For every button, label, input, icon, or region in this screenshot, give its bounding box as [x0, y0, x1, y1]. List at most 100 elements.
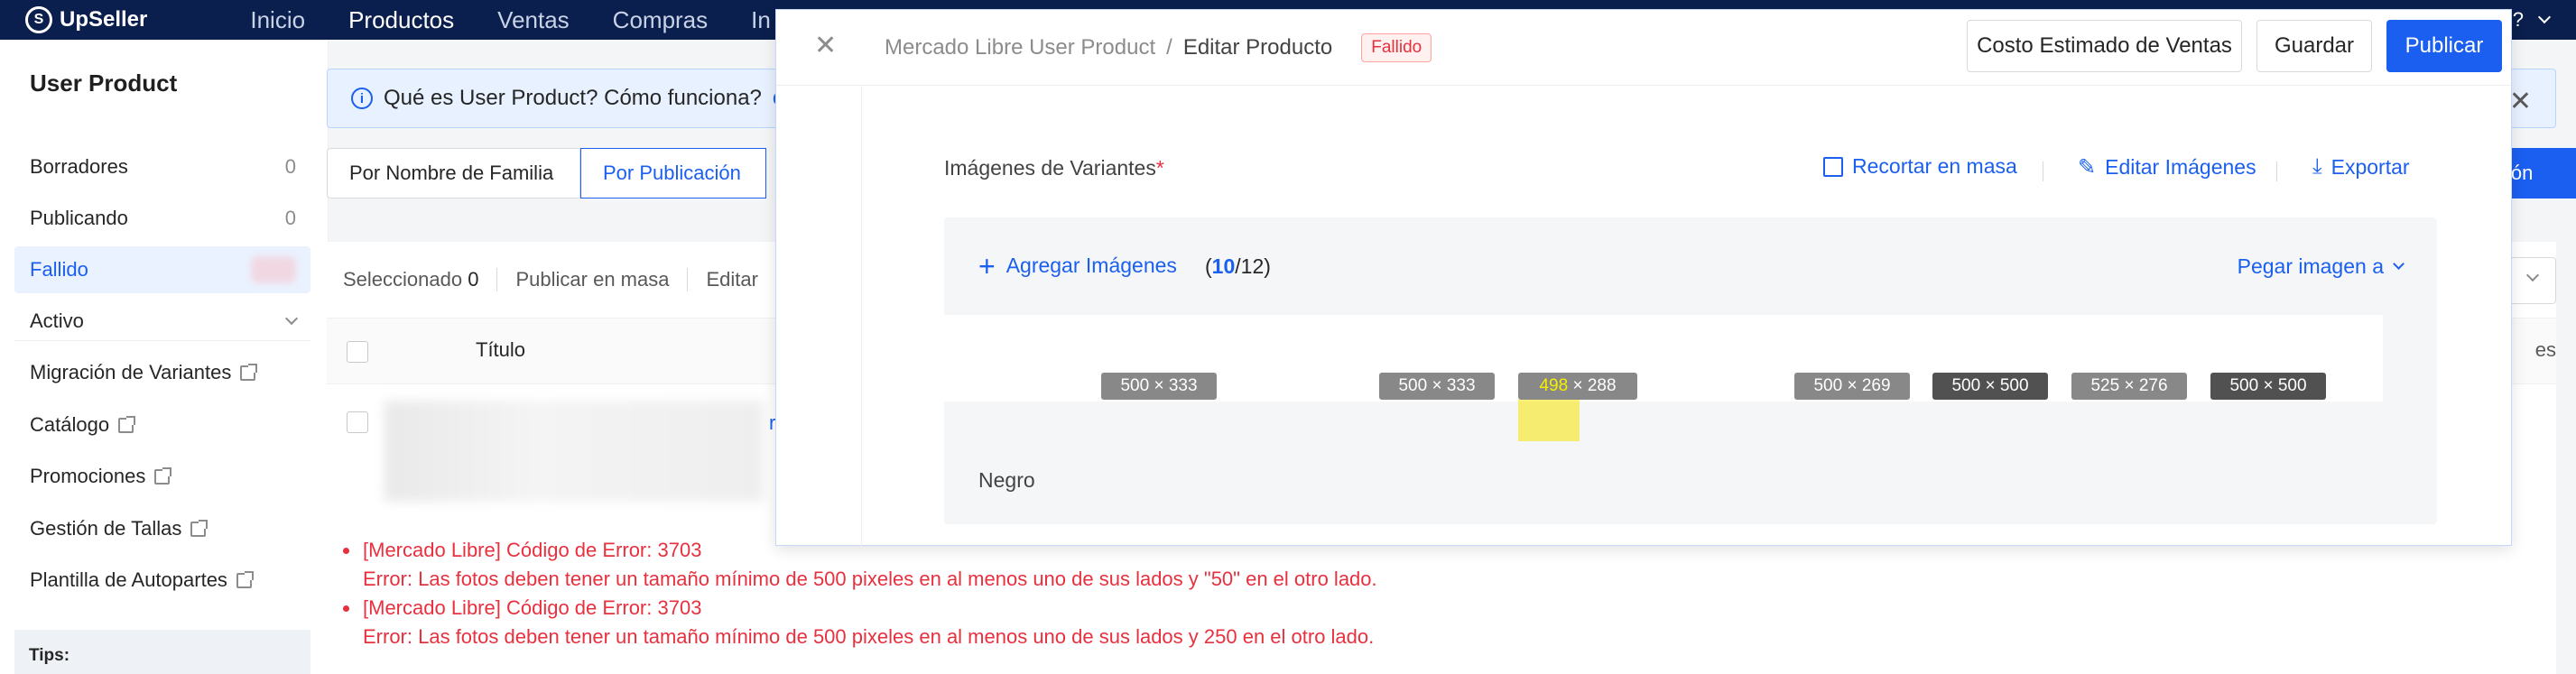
brand-name: UpSeller: [60, 7, 148, 32]
external-link-icon: [240, 363, 258, 381]
required-mark: *: [1155, 156, 1164, 180]
info-icon: i: [351, 88, 373, 109]
edit-product-modal: ✕ Mercado Libre User Product / Editar Pr…: [775, 9, 2512, 546]
thumbnail-dimension: 525 × 276: [2071, 373, 2187, 400]
thumbnail-dimensions: 500 × 333 500 × 333 498 × 288 500 × 269 …: [971, 371, 2379, 400]
nav-item-ventas[interactable]: Ventas: [476, 0, 591, 40]
edit-button[interactable]: Editar: [706, 268, 757, 291]
chevron-down-icon: [284, 311, 299, 326]
export-label: Exportar: [2330, 154, 2410, 179]
error-list: [Mercado Libre] Código de Error: 3703 Er…: [343, 536, 1377, 651]
close-icon[interactable]: ✕: [814, 30, 837, 61]
sidebar-divider: [14, 340, 310, 341]
chevron-down-icon: [2393, 258, 2405, 270]
sidebar-item-label: Activo: [30, 309, 84, 332]
thumbnail-dimension: 500 × 333: [1379, 373, 1495, 400]
save-button[interactable]: Guardar: [2256, 20, 2372, 72]
tips-panel: Tips:: [14, 630, 310, 674]
sidebar-item-label: Borradores: [30, 155, 128, 178]
sidebar-item-count-redacted: [251, 256, 296, 283]
modal-header: ✕ Mercado Libre User Product / Editar Pr…: [776, 10, 2511, 86]
help-icon[interactable]: ?: [2513, 8, 2524, 32]
sidebar-link-label: Catálogo: [30, 413, 110, 436]
sidebar-link-catalogo[interactable]: Catálogo: [30, 413, 136, 437]
edit-images-action[interactable]: ✎ Editar Imágenes: [2078, 154, 2256, 180]
sidebar-item-publicando[interactable]: Publicando 0: [14, 195, 310, 242]
plus-icon: +: [978, 249, 996, 282]
sidebar-link-label: Promociones: [30, 465, 146, 487]
action-divider: [2276, 162, 2277, 181]
main-nav: Inicio Productos Ventas Compras In: [228, 0, 792, 40]
bulk-crop-action[interactable]: Recortar en masa: [1823, 154, 2017, 179]
breadcrumb: Mercado Libre User Product / Editar Prod…: [885, 33, 1432, 62]
sidebar-item-count: 0: [284, 155, 296, 178]
thumbnail-dimension: 500 × 333: [1101, 373, 1217, 400]
status-badge: Fallido: [1361, 33, 1432, 62]
publish-button[interactable]: Publicar: [2386, 20, 2502, 72]
thumbnail-image[interactable]: [971, 371, 1075, 398]
thumbnail-dimension: 500 × 269: [1794, 373, 1910, 400]
add-images-label: Agregar Imágenes: [1005, 254, 1177, 277]
sidebar-item-label: Fallido: [30, 258, 88, 281]
sidebar-link-promociones[interactable]: Promociones: [30, 465, 172, 488]
estimated-cost-button[interactable]: Costo Estimado de Ventas: [1967, 20, 2242, 72]
nav-right-area: ?: [2513, 0, 2552, 40]
row-checkbox[interactable]: [347, 411, 368, 433]
sidebar-title: User Product: [30, 69, 178, 97]
bulk-publish-button[interactable]: Publicar en masa: [515, 268, 669, 291]
view-mode-toggle: Por Nombre de Familia Por Publicación: [327, 148, 766, 199]
toolbar-divider: [687, 268, 689, 291]
external-link-icon: [118, 415, 136, 433]
selected-indicator: Seleccionado 0: [343, 268, 479, 291]
sidebar-link-migracion[interactable]: Migración de Variantes: [30, 361, 258, 384]
edit-images-label: Editar Imágenes: [2105, 155, 2256, 179]
breadcrumb-separator: /: [1166, 35, 1172, 60]
crop-icon: [1823, 156, 1843, 177]
thumbnail-dimension: 500 × 500: [1932, 373, 2048, 400]
select-all-checkbox[interactable]: [347, 341, 368, 363]
download-icon: ⤓: [2312, 154, 2322, 179]
image-count: (10/12): [1205, 254, 1271, 278]
nav-item-inicio[interactable]: Inicio: [228, 0, 327, 40]
thumbnail-dimension: 500 × 500: [2210, 373, 2326, 400]
breadcrumb-parent[interactable]: Mercado Libre User Product: [885, 35, 1155, 60]
bulk-crop-label: Recortar en masa: [1852, 154, 2017, 178]
sidebar-link-autopartes[interactable]: Plantilla de Autopartes: [30, 568, 254, 592]
chevron-down-icon: [2525, 268, 2540, 282]
error-detail: Error: Las fotos deben tener un tamaño m…: [363, 568, 1377, 590]
external-link-icon: [154, 466, 172, 485]
error-title: [Mercado Libre] Código de Error: 3703: [343, 594, 1377, 623]
size-warning-highlight: [1518, 400, 1580, 441]
sidebar-item-fallido[interactable]: Fallido: [14, 246, 310, 293]
edit-pencil-icon: ✎: [2078, 155, 2097, 180]
sidebar-link-label: Plantilla de Autopartes: [30, 568, 227, 591]
redacted-product-row: [385, 401, 764, 502]
variant-images-panel: + Agregar Imágenes (10/12) Pegar imagen …: [944, 217, 2437, 524]
toolbar-divider: [496, 268, 498, 291]
thumbnail-image[interactable]: [1654, 371, 1778, 398]
thumbnail-image[interactable]: [1233, 371, 1357, 398]
brand-logo[interactable]: S UpSeller: [25, 6, 147, 33]
sidebar-item-activo[interactable]: Activo: [14, 298, 310, 345]
export-action[interactable]: ⤓ Exportar: [2312, 154, 2410, 180]
sidebar-link-label: Migración de Variantes: [30, 361, 232, 383]
close-icon[interactable]: ✕: [2509, 86, 2532, 117]
modal-left-strip: [776, 86, 862, 546]
external-link-icon: [236, 570, 254, 588]
account-chevron-icon[interactable]: [2537, 10, 2552, 24]
filter-by-publication-button[interactable]: Por Publicación: [580, 148, 766, 199]
tips-label: Tips:: [29, 646, 70, 665]
thumbnail-dimension-highlighted: 498 × 288: [1518, 373, 1637, 400]
sidebar: User Product Borradores 0 Publicando 0 F…: [0, 40, 329, 674]
breadcrumb-current: Editar Producto: [1182, 35, 1333, 60]
nav-item-compras[interactable]: Compras: [591, 0, 729, 40]
sidebar-link-tallas[interactable]: Gestión de Tallas: [30, 517, 208, 540]
sidebar-item-borradores[interactable]: Borradores 0: [14, 143, 310, 190]
paste-image-label: Pegar imagen a: [2237, 254, 2384, 278]
info-banner-text: Qué es User Product? Cómo funciona?: [384, 86, 762, 110]
column-title: Título: [476, 338, 526, 361]
nav-item-productos[interactable]: Productos: [327, 0, 476, 40]
filter-by-family-button[interactable]: Por Nombre de Familia: [327, 148, 580, 199]
paste-image-dropdown[interactable]: Pegar imagen a: [2237, 254, 2405, 279]
add-images-button[interactable]: + Agregar Imágenes: [978, 249, 1177, 282]
